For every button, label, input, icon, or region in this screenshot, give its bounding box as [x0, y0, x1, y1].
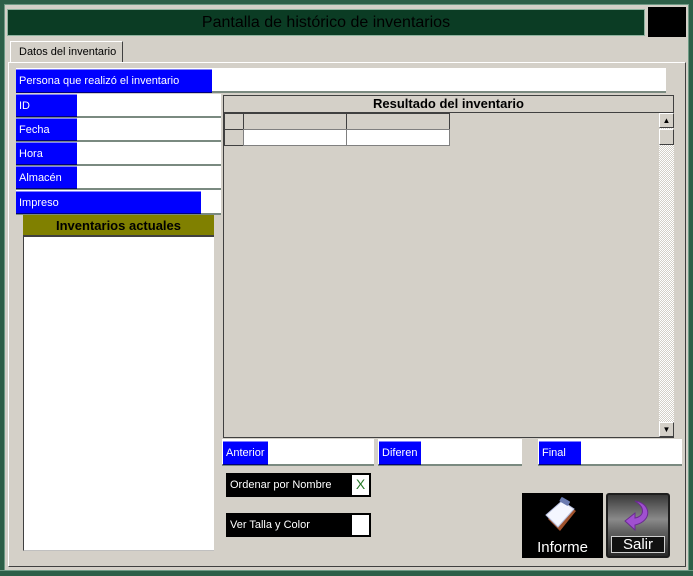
resultado-title: Resultado del inventario	[223, 95, 674, 113]
title-corner-box	[648, 7, 686, 37]
resultado-grid[interactable]	[223, 112, 674, 438]
ordenar-por-nombre-checkbox[interactable]: X	[352, 475, 369, 495]
ver-talla-color-option[interactable]: Ver Talla y Color	[226, 513, 371, 537]
clipboard-icon	[545, 497, 576, 531]
ver-talla-color-label: Ver Talla y Color	[230, 519, 310, 531]
inventarios-actuales-header: Inventarios actuales	[23, 215, 214, 237]
salir-button[interactable]: Salir	[606, 493, 670, 558]
scroll-down-icon[interactable]: ▼	[659, 422, 674, 437]
diferencia-label: Diferen	[379, 441, 421, 465]
almacen-label: Almacén	[16, 166, 77, 189]
grid-column-header[interactable]	[346, 113, 450, 130]
hora-label: Hora	[16, 142, 77, 165]
resultado-scrollbar[interactable]: ▲ ▼	[659, 113, 674, 437]
impreso-label: Impreso	[16, 191, 201, 214]
scroll-up-icon[interactable]: ▲	[659, 113, 674, 128]
id-label: ID	[16, 94, 77, 117]
exit-arrow-icon	[624, 500, 649, 531]
window-title: Pantalla de histórico de inventarios	[7, 9, 645, 36]
ordenar-por-nombre-option[interactable]: Ordenar por Nombre X	[226, 473, 371, 497]
final-label: Final	[539, 441, 581, 465]
anterior-label: Anterior	[223, 441, 268, 465]
ver-talla-color-checkbox[interactable]	[352, 515, 369, 535]
grid-corner-cell	[224, 113, 244, 130]
grid-column-header[interactable]	[243, 113, 347, 130]
grid-cell[interactable]	[243, 129, 347, 146]
persona-label: Persona que realizó el inventario	[16, 69, 212, 93]
ordenar-por-nombre-label: Ordenar por Nombre	[230, 479, 332, 491]
tab-datos-inventario[interactable]: Datos del inventario	[10, 41, 123, 63]
fecha-label: Fecha	[16, 118, 77, 141]
salir-label: Salir	[611, 536, 665, 553]
grid-cell[interactable]	[346, 129, 450, 146]
window-bottom-border	[0, 570, 693, 576]
informe-button[interactable]: Informe	[522, 493, 603, 558]
informe-label: Informe	[537, 539, 588, 556]
scroll-thumb[interactable]	[659, 129, 674, 145]
inventarios-actuales-list[interactable]	[23, 237, 214, 551]
grid-row-header[interactable]	[224, 129, 244, 146]
